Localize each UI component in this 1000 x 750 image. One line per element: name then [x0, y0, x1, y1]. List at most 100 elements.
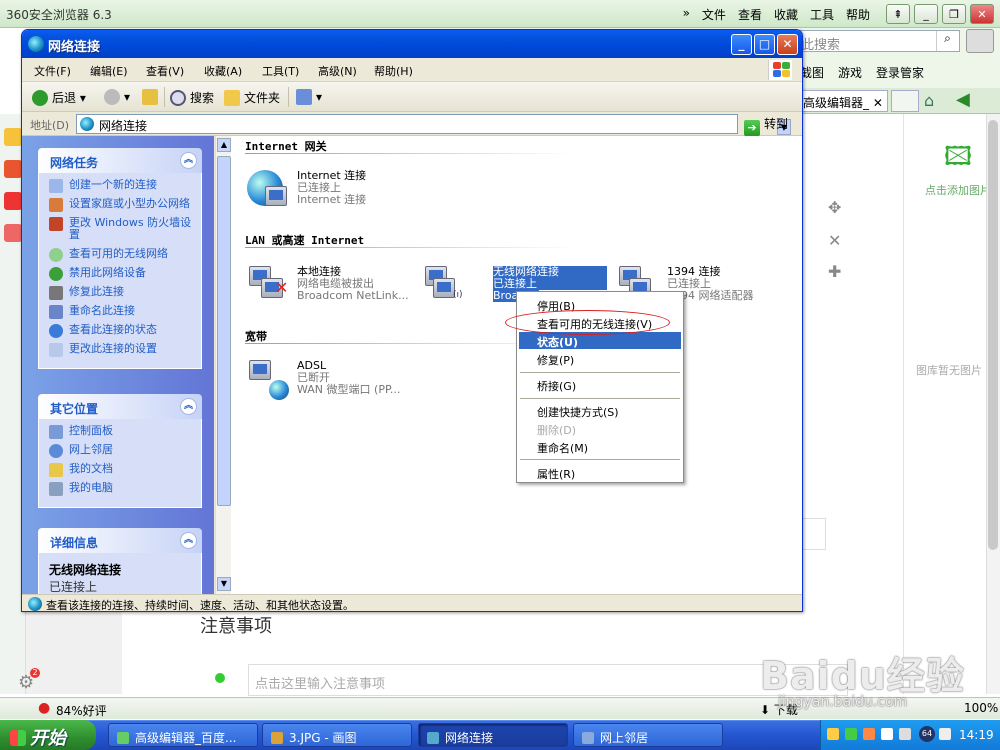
- tray-icon[interactable]: [899, 728, 911, 740]
- details-name: 无线网络连接: [49, 563, 122, 577]
- scroll-down-icon[interactable]: ▼: [217, 577, 231, 591]
- place-network-neighborhood[interactable]: 网上邻居: [49, 444, 195, 458]
- views-button[interactable]: ▾: [296, 89, 322, 105]
- menu-tools[interactable]: 工具(T): [262, 63, 299, 79]
- menu-repair[interactable]: 修复(P): [519, 350, 681, 367]
- task-disable-device[interactable]: 禁用此网络设备: [49, 267, 195, 281]
- task-create-connection[interactable]: 创建一个新的连接: [49, 179, 195, 193]
- task-network-connections[interactable]: 网络连接: [418, 723, 568, 747]
- address-value: 网络连接: [99, 119, 148, 133]
- place-my-documents[interactable]: 我的文档: [49, 463, 195, 477]
- task-view-wireless[interactable]: 查看可用的无线网络: [49, 248, 195, 262]
- panel-header[interactable]: 详细信息 ︽: [38, 528, 202, 553]
- menu-advanced[interactable]: 高级(N): [318, 63, 357, 79]
- menu-help[interactable]: 帮助(H): [374, 63, 413, 79]
- rating-text[interactable]: 84%好评: [56, 702, 107, 719]
- tray-icon[interactable]: [845, 728, 857, 740]
- browser-menu-favorites[interactable]: 收藏: [774, 6, 798, 23]
- tray-icon[interactable]: [863, 728, 875, 740]
- task-pane-scrollbar[interactable]: ▲ ▼: [215, 136, 231, 594]
- volume-icon[interactable]: [939, 728, 951, 740]
- menu-properties[interactable]: 属性(R): [519, 464, 681, 481]
- pin-icon[interactable]: ⇞: [886, 4, 910, 24]
- maximize-button[interactable]: □: [754, 34, 775, 55]
- move-icon[interactable]: ✥: [828, 198, 841, 217]
- tray-icon[interactable]: [827, 728, 839, 740]
- collapse-icon[interactable]: ︽: [180, 398, 197, 415]
- paint-icon: [271, 732, 283, 744]
- search-icon[interactable]: ⌕: [936, 31, 958, 51]
- home-icon[interactable]: ⌂: [924, 91, 934, 110]
- login-link[interactable]: 登录管家: [876, 64, 924, 81]
- panel-header[interactable]: 其它位置 ︽: [38, 394, 202, 419]
- browser-menu-tools[interactable]: 工具: [810, 6, 834, 23]
- task-repair[interactable]: 修复此连接: [49, 286, 195, 300]
- task-network-places[interactable]: 网上邻居: [573, 723, 723, 747]
- close-button[interactable]: ✕: [970, 4, 994, 24]
- menu-rename[interactable]: 重命名(M): [519, 438, 681, 455]
- connection-internet[interactable]: Internet 连接 已连接上 Internet 连接: [245, 168, 420, 208]
- address-input[interactable]: 网络连接 ▼: [76, 114, 791, 135]
- task-change-settings[interactable]: 更改此连接的设置: [49, 343, 195, 357]
- go-button[interactable]: ➔ 转到: [744, 115, 788, 136]
- tray-badge[interactable]: 64: [919, 726, 935, 742]
- place-control-panel[interactable]: 控制面板: [49, 425, 195, 439]
- close-button[interactable]: ✕: [777, 34, 798, 55]
- browser-menu-help[interactable]: 帮助: [846, 6, 870, 23]
- task-home-network[interactable]: 设置家庭或小型办公网络: [49, 198, 195, 212]
- menu-favorites[interactable]: 收藏(A): [204, 63, 242, 79]
- place-label: 我的电脑: [69, 481, 113, 494]
- task-paint[interactable]: 3.JPG - 画图: [262, 723, 412, 747]
- scroll-up-icon[interactable]: ▲: [217, 138, 231, 152]
- back-button[interactable]: 后退 ▾: [32, 89, 86, 106]
- new-tab-button[interactable]: [891, 90, 919, 112]
- menu-view[interactable]: 查看(V): [146, 63, 184, 79]
- window-titlebar[interactable]: 网络连接 _ □ ✕: [22, 30, 802, 58]
- browser-tab-active[interactable]: 高级编辑器_ ✕: [800, 90, 888, 112]
- scrollbar-thumb[interactable]: [217, 156, 231, 506]
- menu-file[interactable]: 文件(F): [34, 63, 71, 79]
- collapse-icon[interactable]: ︽: [180, 152, 197, 169]
- restore-button[interactable]: ❐: [942, 4, 966, 24]
- browser-menu-view[interactable]: 查看: [738, 6, 762, 23]
- star-icon[interactable]: [4, 128, 22, 146]
- weibo-icon[interactable]: [4, 192, 22, 210]
- scrollbar-thumb[interactable]: [988, 120, 998, 550]
- connection-local[interactable]: ✕ 本地连接 网络电缆被拔出 Broadcom NetLink...: [245, 264, 420, 304]
- task-firewall[interactable]: 更改 Windows 防火墙设置: [49, 217, 195, 241]
- delete-icon[interactable]: ✕: [828, 231, 841, 250]
- avatar[interactable]: [966, 29, 994, 53]
- panel-body: 创建一个新的连接 设置家庭或小型办公网络 更改 Windows 防火墙设置 查看…: [38, 173, 202, 369]
- panel-header[interactable]: 网络任务 ︽: [38, 148, 202, 173]
- collapse-icon[interactable]: ︽: [180, 532, 197, 549]
- task-browser[interactable]: 高级编辑器_百度...: [108, 723, 258, 747]
- games-link[interactable]: 游戏: [838, 64, 862, 81]
- start-button[interactable]: 开始: [0, 720, 96, 750]
- plus-icon[interactable]: ✚: [828, 262, 841, 281]
- menu-edit[interactable]: 编辑(E): [90, 63, 128, 79]
- app2-icon[interactable]: [4, 224, 22, 242]
- clock[interactable]: 14:19: [959, 728, 994, 742]
- other-places-panel: 其它位置 ︽ 控制面板 网上邻居 我的文档 我的电脑: [38, 394, 202, 508]
- screenshot-link[interactable]: 截图: [800, 64, 824, 81]
- browser-menu-more[interactable]: »: [683, 6, 690, 23]
- menu-separator: [520, 459, 680, 460]
- zoom-level[interactable]: 100%: [964, 701, 998, 715]
- minimize-button[interactable]: _: [914, 4, 938, 24]
- folders-button[interactable]: 文件夹: [224, 89, 280, 106]
- back-arrow-icon[interactable]: ◀: [956, 89, 970, 110]
- app-icon[interactable]: [4, 160, 22, 178]
- task-rename[interactable]: 重命名此连接: [49, 305, 195, 319]
- minimize-button[interactable]: _: [731, 34, 752, 55]
- menu-bridge[interactable]: 桥接(G): [519, 376, 681, 393]
- up-folder-button[interactable]: [142, 89, 162, 105]
- notes-input[interactable]: 点击这里输入注意事项: [248, 664, 848, 696]
- menu-create-shortcut[interactable]: 创建快捷方式(S): [519, 402, 681, 419]
- task-view-status[interactable]: 查看此连接的状态: [49, 324, 195, 338]
- search-button[interactable]: 搜索: [170, 89, 214, 106]
- place-my-computer[interactable]: 我的电脑: [49, 481, 195, 496]
- browser-menu-file[interactable]: 文件: [702, 6, 726, 23]
- shield-icon[interactable]: [881, 728, 893, 740]
- connection-adsl[interactable]: ADSL 已断开 WAN 微型端口 (PP...: [245, 358, 420, 400]
- forward-button[interactable]: ▾: [104, 89, 130, 105]
